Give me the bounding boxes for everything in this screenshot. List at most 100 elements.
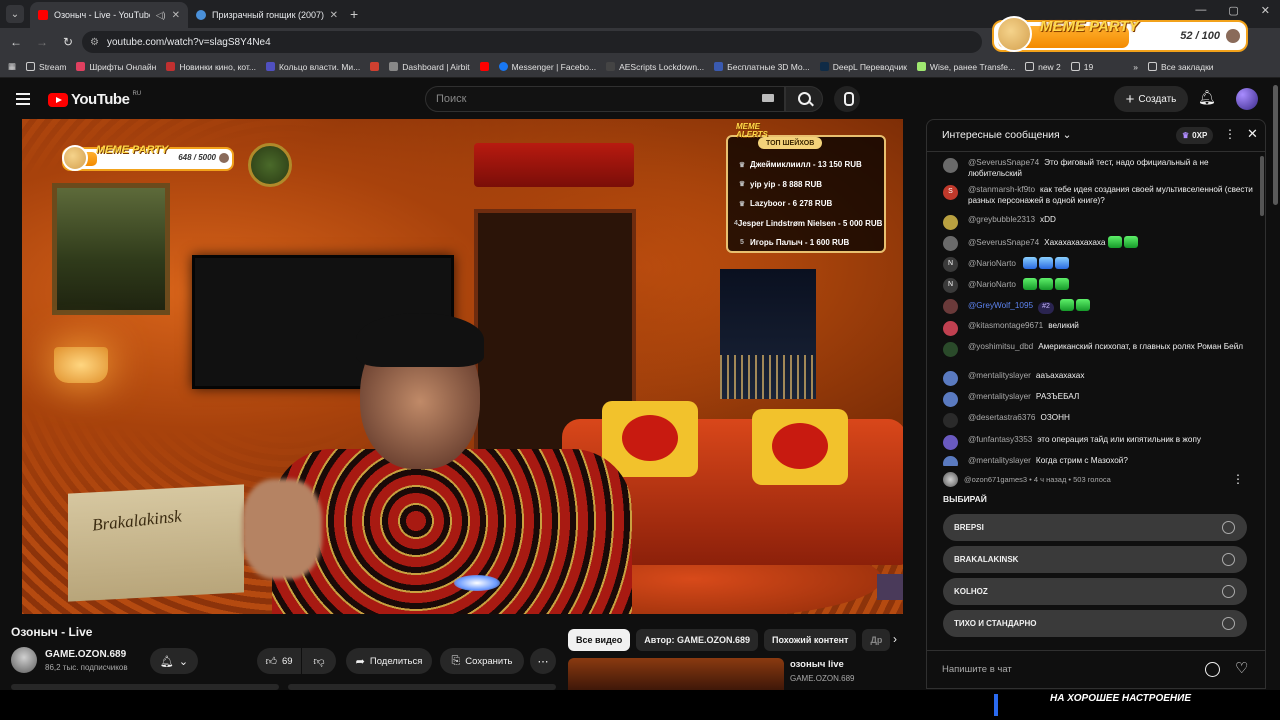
poll-option[interactable]: ТИХО И СТАНДАРНО [943,610,1247,637]
site-settings-icon[interactable]: ⚙ [90,37,99,48]
chat-author[interactable]: @yoshimitsu_dbd [968,342,1033,351]
chat-author[interactable]: @kitasmontage9671 [968,321,1043,330]
all-bookmarks-folder[interactable]: Все закладки [1147,62,1214,72]
related-video-title[interactable]: озоныч live [790,659,844,670]
chip-other[interactable]: Др [862,629,891,651]
chat-avatar[interactable]: N [943,278,958,293]
video-player[interactable]: Brakalakinsk MEME PARTY 648 / 5000 MEME … [22,119,903,614]
heart-icon[interactable]: ♡ [1235,659,1248,677]
new-tab-button[interactable]: + [350,6,358,22]
bookmark-item[interactable] [479,62,489,71]
chat-author[interactable]: @funfantasy3353 [968,435,1032,444]
more-actions-button[interactable]: ⋯ [530,648,556,674]
create-button[interactable]: + Создать [1114,86,1188,112]
bookmark-item[interactable]: Dashboard | Airbit [389,62,470,72]
bookmark-item[interactable]: Wise, ранее Transfe... [916,62,1015,72]
voice-search-icon[interactable] [834,86,860,112]
channel-avatar[interactable] [11,647,37,673]
search-button[interactable] [785,86,823,112]
share-button[interactable]: ➦ Поделиться [346,648,432,674]
chat-message[interactable]: @mentalityslayer ааъахахахах [943,371,1253,386]
chat-message[interactable]: N @NarioNarto [943,257,1253,272]
bookmark-folder[interactable]: new 2 [1025,62,1061,72]
chat-avatar[interactable] [943,342,958,357]
chip-author[interactable]: Автор: GAME.OZON.689 [636,629,759,651]
chat-avatar[interactable] [943,456,958,466]
chat-avatar[interactable]: S [943,185,958,200]
more-bookmarks-icon[interactable]: » [1133,62,1138,72]
channel-name[interactable]: GAME.OZON.689 [45,649,126,660]
bookmark-item[interactable] [370,62,380,71]
search-input[interactable]: Поиск [425,86,785,112]
browser-tab[interactable]: Призрачный гонщик (2007) ✕ [188,2,346,28]
chat-message[interactable]: @GreyWolf_1095 #2 [943,299,1253,314]
back-arrow-icon[interactable]: ← [6,35,26,49]
forward-arrow-icon[interactable]: → [32,35,52,49]
bookmark-item[interactable]: Кольцо власти. Ми... [265,62,360,72]
chat-message[interactable]: N @NarioNarto [943,278,1253,293]
browser-tab-active[interactable]: Озоныч - Live - YouTube ◁) ✕ [30,2,188,28]
chat-message[interactable]: @funfantasy3353 это операция тайд или кип… [943,435,1253,450]
chat-author[interactable]: @stanmarsh-kf9to [968,185,1035,194]
keyboard-icon[interactable] [762,94,774,102]
related-video-thumbnail[interactable] [568,658,784,692]
chat-author[interactable]: @greybubble2313 [968,215,1035,224]
chat-message[interactable]: S @stanmarsh-kf9to как тебе идея создания … [943,185,1253,206]
chat-avatar[interactable] [943,215,958,230]
chat-message[interactable]: @SeverusSnape74 Это фиговый тест, надо оф… [943,158,1253,179]
poll-option[interactable]: KOLHOZ [943,578,1247,605]
like-button[interactable]: 👍︎ 69 [257,648,301,674]
chevron-right-icon[interactable]: › [893,632,897,646]
chat-avatar[interactable] [943,392,958,407]
xp-badge[interactable]: ♛ 0XP [1176,127,1214,144]
poll-options-icon[interactable]: ⋮ [1232,472,1244,486]
chat-author[interactable]: @desertastra6376 [968,413,1035,422]
chat-author[interactable]: @mentalityslayer [968,371,1031,380]
chat-avatar[interactable] [943,435,958,450]
chip-similar[interactable]: Похожий контент [764,629,857,651]
more-options-icon[interactable]: ⋮ [1224,127,1236,141]
close-icon[interactable]: ✕ [1247,126,1258,142]
chat-author[interactable]: @mentalityslayer [968,456,1031,465]
audio-playing-icon[interactable]: ◁) [156,10,166,21]
chat-author[interactable]: @mentalityslayer [968,392,1031,401]
chat-message[interactable]: @greybubble2313 xDD [943,215,1253,230]
chat-avatar[interactable] [943,158,958,173]
chat-avatar[interactable] [943,236,958,251]
notifications-bell-icon[interactable]: 🔔︎ [1198,89,1216,106]
minimize-icon[interactable]: — [1195,4,1206,17]
emoji-icon[interactable] [1205,662,1220,677]
chat-avatar[interactable] [943,413,958,428]
save-button[interactable]: ⎘ Сохранить [440,648,524,674]
page-scrollbar[interactable] [1273,85,1278,205]
poll-option[interactable]: BREPSI [943,514,1247,541]
bookmark-item[interactable]: Stream [26,62,66,72]
chat-author[interactable]: @GreyWolf_1095 [968,301,1033,310]
chat-message[interactable]: @desertastra6376 ОЗОНН [943,413,1253,428]
bookmark-item[interactable]: Messenger | Facebo... [498,62,596,72]
dislike-button[interactable]: 👎︎ [302,648,336,674]
chat-author[interactable]: @SeverusSnape74 [968,158,1039,167]
tab-search-button[interactable]: ⌄ [6,5,24,23]
bookmark-item[interactable]: AEScripts Lockdown... [606,62,704,72]
chat-avatar[interactable] [943,371,958,386]
chat-author[interactable]: @SeverusSnape74 [968,238,1039,247]
chip-all-videos[interactable]: Все видео [568,629,631,651]
chat-message[interactable]: @mentalityslayer РАЗЪЕБАЛ [943,392,1253,407]
chat-avatar[interactable]: N [943,257,958,272]
reload-icon[interactable]: ↻ [58,35,78,49]
chat-message[interactable]: @SeverusSnape74 Хахахахахахаха [943,236,1253,251]
bookmark-item[interactable]: DeepL Переводчик [819,62,907,72]
chat-input[interactable]: Напишите в чат [942,664,1012,675]
chat-avatar[interactable] [943,299,958,314]
menu-icon[interactable] [16,93,30,108]
chat-scrollbar[interactable] [1260,156,1264,216]
maximize-icon[interactable]: ▢ [1228,4,1238,17]
chat-mode-dropdown[interactable]: Интересные сообщения ⌄ [942,129,1071,141]
close-window-icon[interactable]: ✕ [1261,4,1270,17]
bookmark-folder[interactable]: 19 [1070,62,1093,72]
close-tab-icon[interactable]: ✕ [172,10,180,21]
chat-message[interactable]: @kitasmontage9671 великий [943,321,1253,336]
chat-author[interactable]: @NarioNarto [968,259,1016,268]
bookmark-item[interactable]: Новинки кино, кот... [166,62,256,72]
